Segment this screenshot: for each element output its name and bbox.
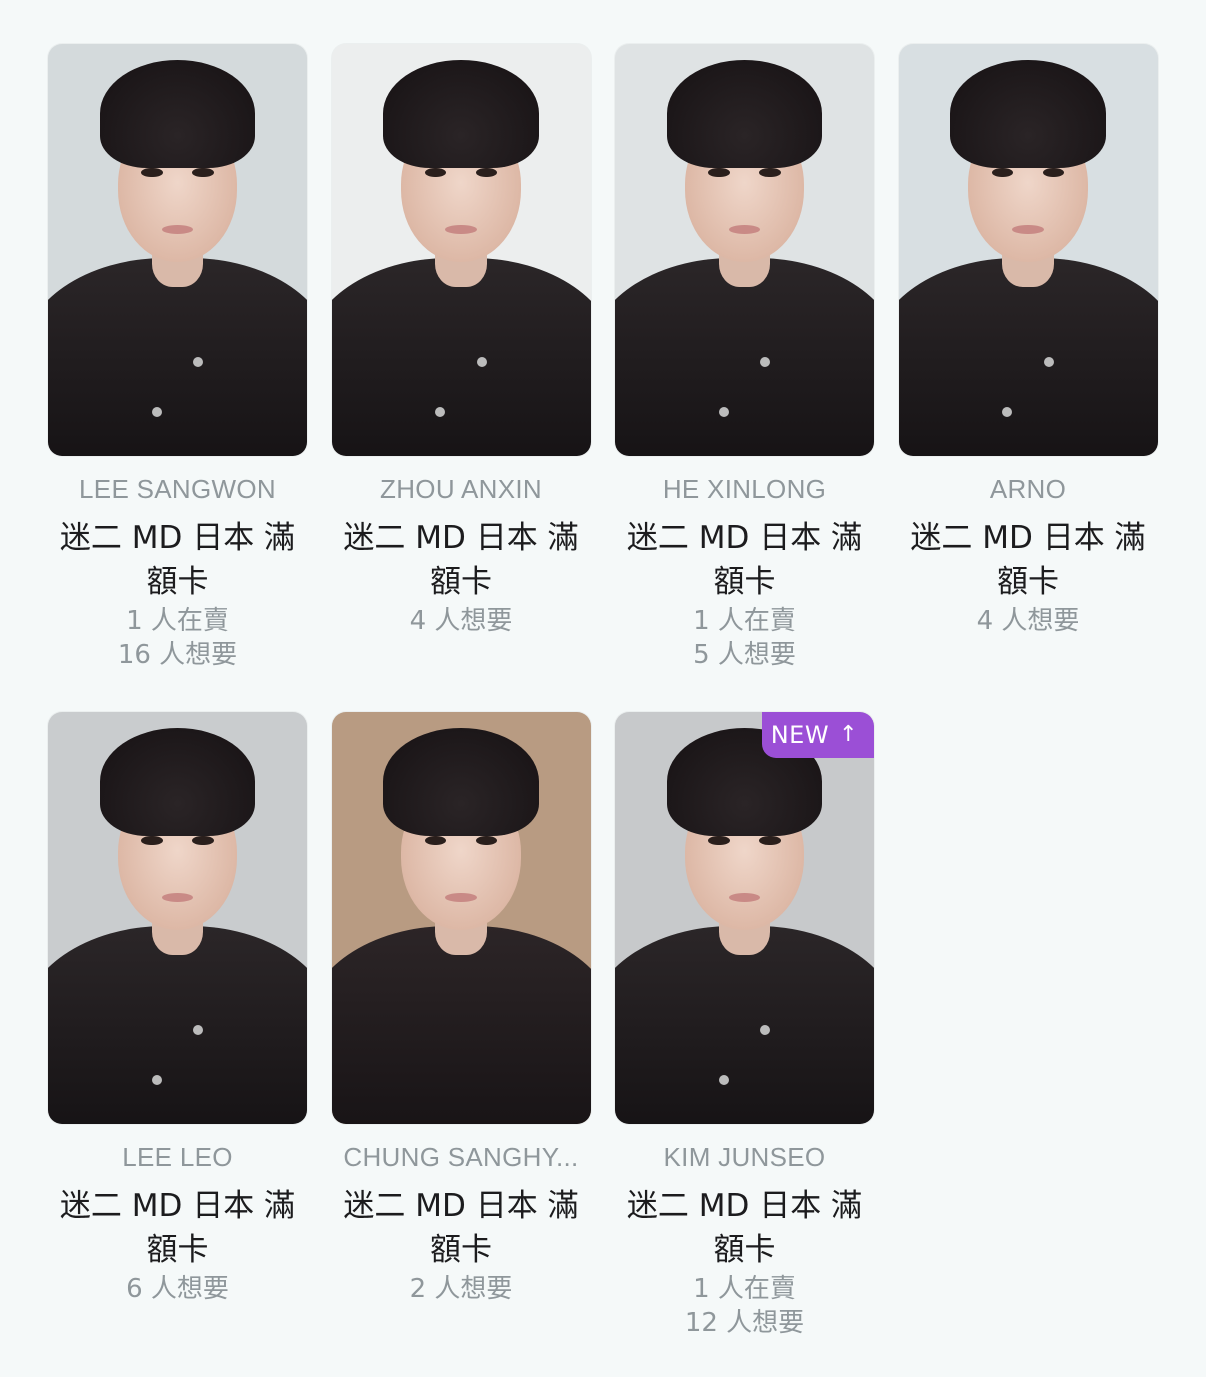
photocard-item[interactable]: CHUNG SANGHY... 迷二 MD 日本 滿額卡 2 人想要: [331, 712, 591, 1340]
photocard-item[interactable]: LEE LEO 迷二 MD 日本 滿額卡 6 人想要: [48, 712, 307, 1340]
stat-selling: 1 人在賣: [126, 606, 229, 636]
member-name: CHUNG SANGHY...: [343, 1142, 579, 1172]
stat-wanting: 2 人想要: [409, 1274, 513, 1304]
photocard-item[interactable]: HE XINLONG 迷二 MD 日本 滿額卡 1 人在賣 5 人想要: [615, 44, 874, 672]
arrow-up-icon: ↑: [839, 722, 858, 747]
photocard-image[interactable]: [48, 44, 307, 456]
photocard-item[interactable]: NEW ↑ KIM JUNSEO 迷二 MD 日本 滿額卡 1 人在賣 12 人…: [615, 712, 874, 1340]
photocard-item[interactable]: ZHOU ANXIN 迷二 MD 日本 滿額卡 4 人想要: [331, 44, 591, 672]
new-badge-label: NEW: [770, 721, 830, 749]
stat-selling: 1 人在賣: [693, 1274, 796, 1304]
card-title: 迷二 MD 日本 滿額卡: [343, 1188, 579, 1268]
member-name: LEE SANGWON: [79, 474, 276, 504]
stat-wanting: 6 人想要: [126, 1274, 229, 1304]
photocard-grid: LEE SANGWON 迷二 MD 日本 滿額卡 1 人在賣 16 人想要 ZH…: [48, 44, 1158, 1340]
card-title: 迷二 MD 日本 滿額卡: [626, 520, 863, 600]
member-name: HE XINLONG: [662, 474, 827, 504]
photocard-item[interactable]: LEE SANGWON 迷二 MD 日本 滿額卡 1 人在賣 16 人想要: [48, 44, 307, 672]
stat-selling: 1 人在賣: [693, 606, 796, 636]
card-title: 迷二 MD 日本 滿額卡: [59, 1188, 296, 1268]
photocard-image[interactable]: [48, 712, 307, 1124]
new-badge: NEW ↑: [761, 712, 874, 758]
card-title: 迷二 MD 日本 滿額卡: [626, 1188, 863, 1268]
stat-wanting: 12 人想要: [684, 1308, 805, 1338]
stat-wanting: 16 人想要: [117, 640, 238, 670]
photocard-image[interactable]: NEW ↑: [615, 712, 874, 1124]
card-title: 迷二 MD 日本 滿額卡: [343, 520, 579, 600]
photocard-image[interactable]: [615, 44, 874, 456]
card-title: 迷二 MD 日本 滿額卡: [59, 520, 296, 600]
photocard-image[interactable]: [331, 44, 591, 456]
photocard-image[interactable]: [331, 712, 591, 1124]
member-name: ARNO: [989, 474, 1067, 504]
stat-wanting: 5 人想要: [693, 640, 796, 670]
stat-wanting: 4 人想要: [976, 606, 1080, 636]
photocard-item[interactable]: ARNO 迷二 MD 日本 滿額卡 4 人想要: [898, 44, 1158, 672]
card-title: 迷二 MD 日本 滿額卡: [910, 520, 1146, 600]
photocard-image[interactable]: [898, 44, 1158, 456]
member-name: ZHOU ANXIN: [380, 474, 542, 504]
member-name: LEE LEO: [122, 1142, 233, 1172]
stat-wanting: 4 人想要: [409, 606, 513, 636]
member-name: KIM JUNSEO: [663, 1142, 826, 1172]
